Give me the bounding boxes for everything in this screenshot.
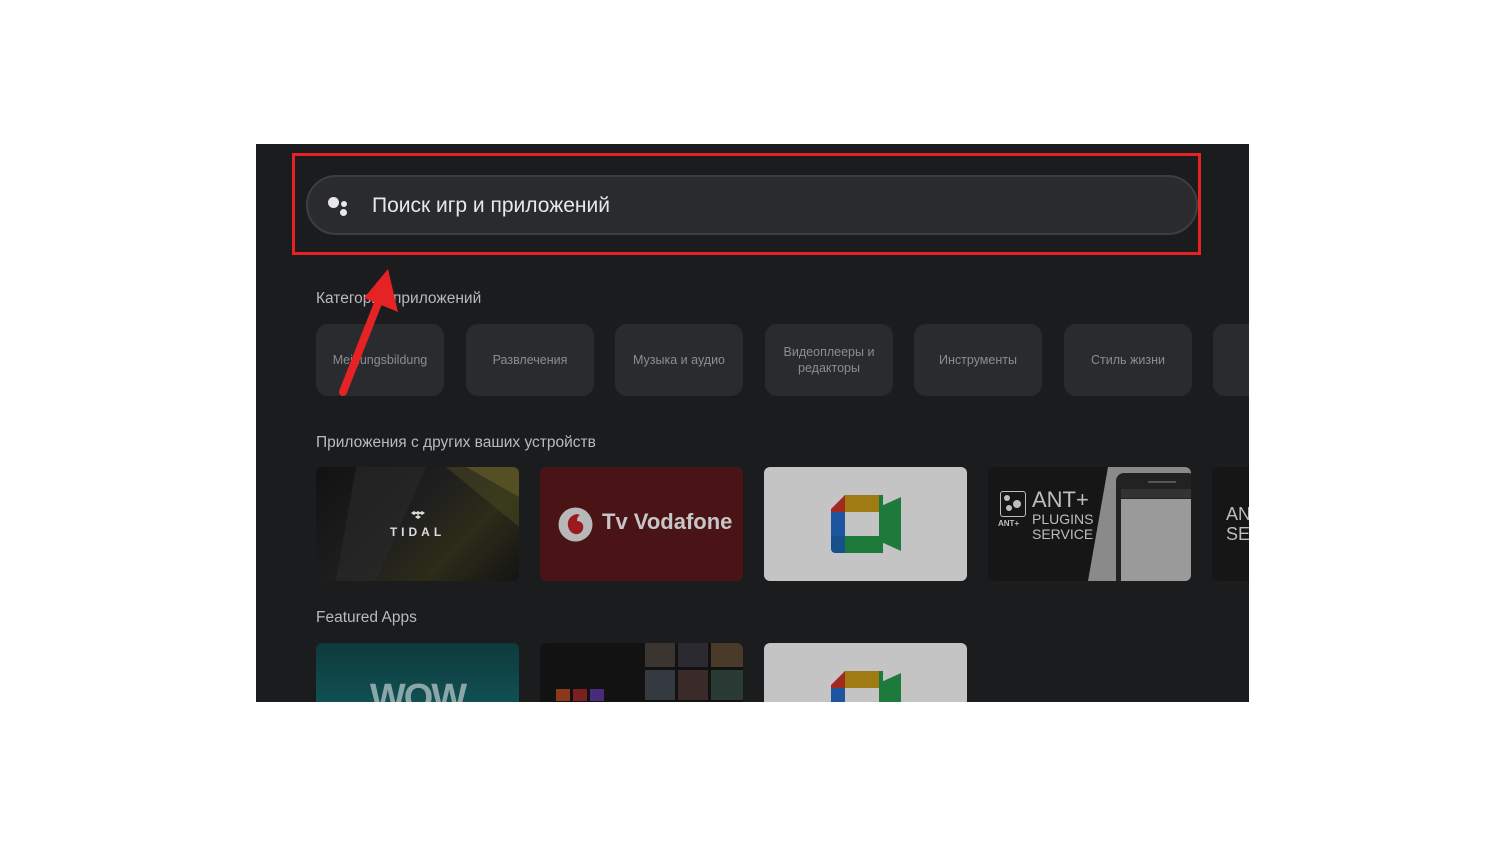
other-devices-title: Приложения с других ваших устройств (316, 434, 596, 451)
google-meet-icon (831, 495, 901, 553)
category-chip[interactable]: Видеоплееры и редакторы (765, 324, 893, 396)
featured-apps-title: Featured Apps (316, 609, 417, 626)
app-tile-tidal[interactable]: TIDAL (316, 467, 519, 581)
rtl-logo (556, 689, 604, 701)
tidal-light-rays (336, 467, 519, 581)
ant-title-line3: SERVICE (1032, 526, 1094, 542)
app-tile-vodafone[interactable]: Tv Vodafone (540, 467, 743, 581)
wow-label: WOW (369, 677, 467, 702)
ant-title-line2: PLUGINS (1032, 511, 1094, 527)
app-tile-wow[interactable]: WOW (316, 643, 519, 702)
category-chip[interactable]: Стиль жизни (1064, 324, 1192, 396)
ant-partial-line2: SER (1226, 524, 1249, 544)
app-tile-ant-plugins[interactable]: ANT+ ANT+ PLUGINS SERVICE (988, 467, 1191, 581)
category-chip[interactable]: Инструменты (914, 324, 1042, 396)
ant-logo-icon (1000, 491, 1026, 517)
featured-tile-google-meet[interactable] (764, 643, 967, 702)
vodafone-logo-icon (558, 507, 593, 542)
phone-illustration (1088, 467, 1191, 581)
google-meet-icon (831, 671, 901, 702)
ant-title-line1: ANT+ (1032, 487, 1089, 512)
annotation-arrow-icon (339, 269, 398, 396)
category-chip[interactable]: Развлечения (466, 324, 594, 396)
ant-partial-line1: ANT (1226, 504, 1249, 524)
tidal-logo-icon (411, 511, 425, 519)
ant-badge: ANT+ (998, 519, 1020, 528)
category-chip-partial[interactable] (1213, 324, 1249, 396)
vodafone-label: Tv Vodafone (602, 509, 733, 534)
category-chip[interactable]: Музыка и аудио (615, 324, 743, 396)
tidal-label: TIDAL (389, 525, 446, 539)
app-tile-ant-service-partial[interactable]: ANT SER (1212, 467, 1249, 581)
app-tile-google-meet[interactable] (764, 467, 967, 581)
search-highlight-box (292, 153, 1201, 255)
app-tile-rtl-plus[interactable] (540, 643, 743, 702)
rtl-posters (645, 643, 743, 700)
